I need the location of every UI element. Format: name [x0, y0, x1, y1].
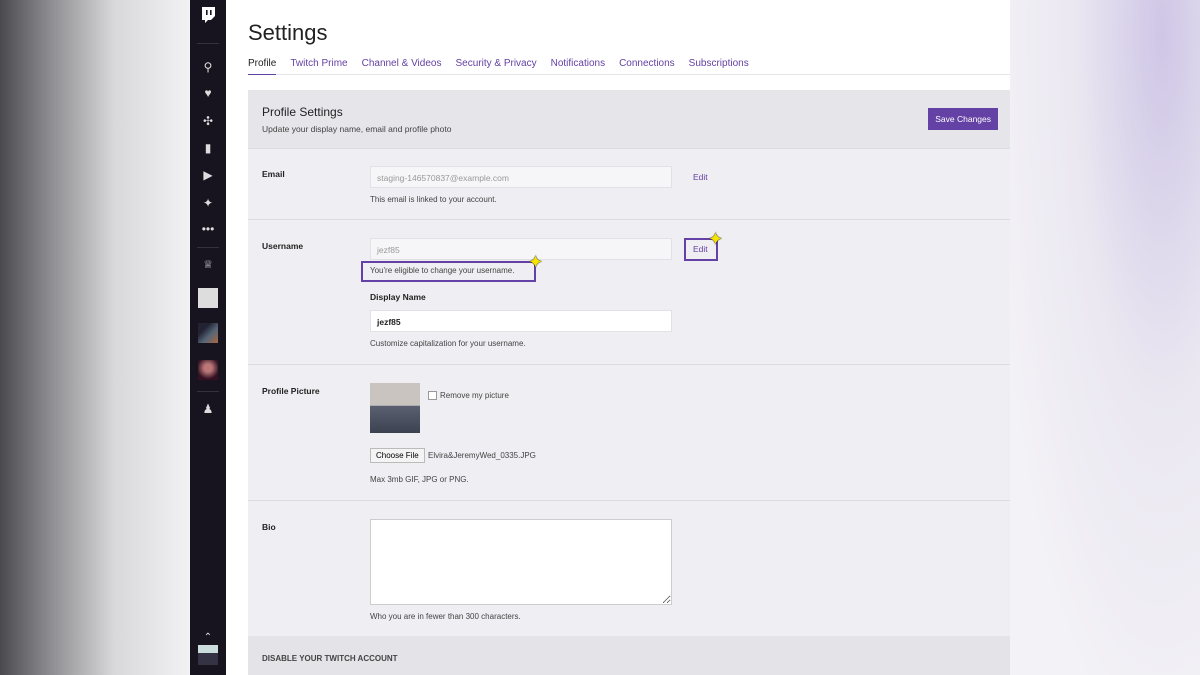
remove-picture-label: Remove my picture [440, 391, 509, 400]
disable-account-header: DISABLE YOUR TWITCH ACCOUNT [248, 636, 1010, 675]
page-title: Settings [248, 20, 328, 45]
more-icon[interactable]: ••• [190, 222, 226, 236]
profile-picture-row: Profile Picture Remove my picture Choose… [248, 364, 1010, 500]
display-name-field[interactable]: jezf85 [370, 310, 672, 332]
tab-profile[interactable]: Profile [248, 58, 277, 75]
user-avatar[interactable] [198, 645, 218, 665]
twitch-logo-icon[interactable] [190, 6, 226, 27]
main-content: Settings Profile Twitch Prime Channel & … [226, 0, 1010, 675]
bio-row: Bio Who you are in fewer than 300 charac… [248, 500, 1010, 636]
tab-twitch-prime[interactable]: Twitch Prime [290, 58, 347, 75]
channel-avatar[interactable] [198, 288, 218, 308]
username-label: Username [262, 241, 304, 251]
channel-avatar[interactable] [198, 360, 218, 380]
email-edit-link[interactable]: Edit [693, 172, 708, 182]
display-name-label: Display Name [370, 292, 426, 302]
video-icon[interactable]: ▮ [190, 141, 226, 155]
search-icon[interactable]: ⚲ [190, 60, 226, 74]
tab-connections[interactable]: Connections [619, 58, 675, 75]
profile-settings-header: Profile Settings Update your display nam… [248, 90, 1010, 148]
bio-label: Bio [262, 522, 276, 532]
channel-avatar[interactable] [198, 323, 218, 343]
sparkle-icon: ✦ [528, 252, 544, 272]
email-label: Email [262, 169, 285, 179]
tab-channel-videos[interactable]: Channel & Videos [362, 58, 442, 75]
bio-textarea[interactable] [370, 519, 672, 605]
display-name-help: Customize capitalization for your userna… [370, 339, 526, 348]
tab-subscriptions[interactable]: Subscriptions [689, 58, 749, 75]
email-field[interactable]: staging-146570837@example.com [370, 166, 672, 188]
games-icon[interactable]: ✣ [190, 114, 226, 128]
settings-tabs: Profile Twitch Prime Channel & Videos Se… [248, 58, 1010, 75]
blurred-background-left [0, 0, 190, 675]
bio-help: Who you are in fewer than 300 characters… [370, 612, 521, 621]
selected-filename: Elvira&JeremyWed_0335.JPG [428, 451, 536, 460]
sidebar: ⚲ ♥ ✣ ▮ ▶ ✦ ••• ♕ ♟ ⌃ [190, 0, 226, 675]
username-row: Username jezf85 Edit ✦ You're eligible t… [248, 219, 1010, 364]
sparkle-icon[interactable]: ✦ [190, 196, 226, 210]
blurred-background-right [1010, 0, 1200, 675]
remove-picture-checkbox[interactable] [428, 391, 437, 400]
heart-icon[interactable]: ♥ [190, 86, 226, 100]
profile-picture-thumbnail [370, 383, 420, 433]
email-help: This email is linked to your account. [370, 195, 497, 204]
profile-picture-label: Profile Picture [262, 386, 320, 396]
username-eligible-text: You're eligible to change your username. [370, 266, 515, 275]
section-subtitle: Update your display name, email and prof… [262, 124, 452, 134]
username-edit-link[interactable]: Edit [693, 244, 708, 254]
play-icon[interactable]: ▶ [190, 168, 226, 182]
picture-help: Max 3mb GIF, JPG or PNG. [370, 475, 469, 484]
sparkle-icon: ✦ [708, 229, 724, 249]
tab-notifications[interactable]: Notifications [551, 58, 605, 75]
username-field[interactable]: jezf85 [370, 238, 672, 260]
tab-security-privacy[interactable]: Security & Privacy [455, 58, 536, 75]
crown-icon[interactable]: ♕ [190, 258, 226, 271]
choose-file-button[interactable]: Choose File [370, 448, 425, 463]
email-row: Email staging-146570837@example.com Edit… [248, 148, 1010, 219]
profile-settings-panel: Profile Settings Update your display nam… [248, 90, 1010, 675]
save-changes-button[interactable]: Save Changes [928, 108, 998, 130]
friends-icon[interactable]: ♟ [190, 402, 226, 416]
chevron-up-icon[interactable]: ⌃ [190, 632, 226, 643]
section-title: Profile Settings [262, 105, 343, 119]
